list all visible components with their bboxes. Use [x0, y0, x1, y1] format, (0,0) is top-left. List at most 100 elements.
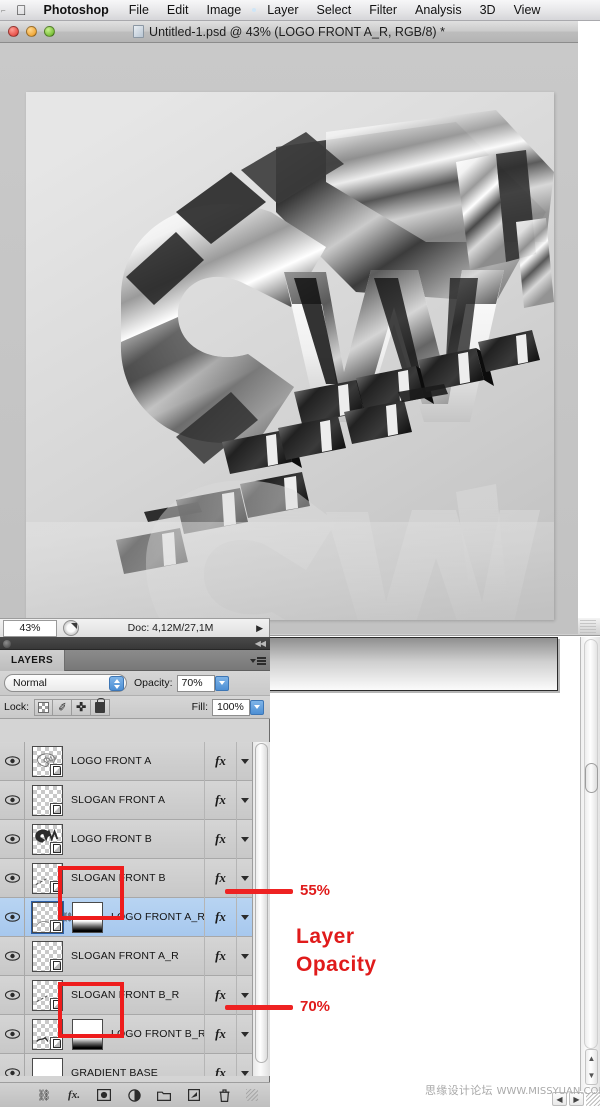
layer-name[interactable]: GRADIENT BASE [63, 1067, 204, 1076]
fill-dropdown-icon[interactable] [250, 699, 264, 715]
collapse-panel-icon[interactable]: ◀◀ [255, 639, 266, 648]
table-row[interactable]: GRADIENT BASE fx [0, 1053, 252, 1076]
menu-item-view[interactable]: View [505, 3, 550, 17]
eye-icon[interactable] [4, 834, 20, 844]
expand-effects-icon[interactable] [236, 936, 252, 976]
lock-transparent-pixels-icon[interactable] [34, 698, 54, 716]
table-row[interactable]: SLOGAN FRONT A_R fx [0, 936, 252, 976]
layer-thumbnail[interactable] [32, 979, 63, 1011]
table-row[interactable]: LOGO FRONT B_R fx [0, 1014, 252, 1054]
new-layer-icon[interactable] [186, 1087, 202, 1103]
proof-preview-icon[interactable] [63, 620, 79, 636]
expand-effects-icon[interactable] [236, 780, 252, 820]
layer-name[interactable]: SLOGAN FRONT B [63, 872, 204, 884]
layer-thumbnail[interactable] [32, 1018, 63, 1050]
layer-thumbnail[interactable] [32, 1057, 63, 1076]
layer-name[interactable]: LOGO FRONT A [63, 755, 204, 767]
menu-item-file[interactable]: File [120, 3, 158, 17]
layer-effects-icon[interactable]: fx [204, 1053, 236, 1076]
eye-icon[interactable] [4, 756, 20, 766]
layer-visibility-toggle[interactable] [0, 1014, 25, 1054]
opacity-input[interactable]: 70% [176, 674, 229, 692]
menu-item-filter[interactable]: Filter [360, 3, 406, 17]
table-row[interactable]: SLOGAN FRONT A fx [0, 780, 252, 820]
layer-visibility-toggle[interactable] [0, 742, 25, 781]
menu-item-layer[interactable]: Layer [258, 3, 307, 17]
scroll-up-icon[interactable]: ▲ [588, 1054, 596, 1063]
layer-name[interactable]: LOGO FRONT B [63, 833, 204, 845]
tab-layers[interactable]: LAYERS [0, 650, 66, 671]
layer-effects-icon[interactable]: fx [204, 742, 236, 781]
layer-name[interactable]: LOGO FRONT B_R [103, 1028, 204, 1040]
layer-thumbnails[interactable] [25, 979, 63, 1011]
add-layer-style-icon[interactable]: fx. [66, 1087, 82, 1103]
expand-effects-icon[interactable] [236, 1053, 252, 1076]
layer-thumbnail[interactable] [32, 823, 63, 855]
opacity-dropdown-icon[interactable] [214, 675, 229, 691]
eye-icon[interactable] [4, 873, 20, 883]
table-row[interactable]: LOGO FRONT B fx [0, 819, 252, 859]
menu-item-edit[interactable]: Edit [158, 3, 198, 17]
layer-list-scroll-thumb[interactable] [255, 743, 268, 1063]
layer-thumbnail[interactable] [32, 862, 63, 894]
add-layer-mask-icon[interactable] [96, 1087, 112, 1103]
layer-effects-icon[interactable]: fx [204, 819, 236, 859]
panel-resize-grip-icon[interactable] [246, 1089, 258, 1101]
apple-logo-icon[interactable]:  [12, 3, 37, 17]
layer-thumbnails[interactable] [25, 940, 63, 972]
expand-effects-icon[interactable] [236, 897, 252, 937]
layer-name[interactable]: SLOGAN FRONT B_R [63, 989, 204, 1001]
layer-thumbnails[interactable] [25, 823, 63, 855]
layer-thumbnails[interactable] [25, 1057, 63, 1076]
zoom-level-field[interactable]: 43% [3, 619, 57, 637]
dock-grip-icon[interactable] [3, 640, 11, 648]
layer-thumbnails[interactable] [25, 1018, 103, 1050]
scrollbar-track[interactable] [584, 639, 598, 1049]
scrollbar-arrows[interactable]: ▲ ▼ [585, 1049, 598, 1085]
eye-icon[interactable] [4, 1029, 20, 1039]
layer-effects-icon[interactable]: fx [204, 780, 236, 820]
new-adjustment-layer-icon[interactable] [126, 1087, 142, 1103]
blend-mode-stepper-icon[interactable] [109, 676, 124, 691]
lock-image-pixels-icon[interactable]: ✐ [53, 698, 73, 716]
layer-effects-icon[interactable]: fx [204, 897, 236, 937]
layer-visibility-toggle[interactable] [0, 1053, 25, 1076]
lock-all-icon[interactable] [91, 697, 111, 716]
menu-item-select[interactable]: Select [308, 3, 361, 17]
layer-thumbnail[interactable] [32, 940, 63, 972]
expand-effects-icon[interactable] [236, 1014, 252, 1054]
layer-thumbnails[interactable] [25, 862, 63, 894]
layer-thumbnail[interactable] [32, 784, 63, 816]
artboard[interactable] [26, 92, 554, 620]
status-menu-arrow-icon[interactable]: ▶ [256, 623, 269, 634]
lock-position-icon[interactable]: ✜ [72, 698, 92, 716]
menu-item-photoshop[interactable]: Photoshop [37, 3, 120, 17]
layer-thumbnail[interactable] [32, 745, 63, 777]
eye-icon[interactable] [4, 990, 20, 1000]
eye-icon[interactable] [4, 1068, 20, 1076]
scroll-down-icon[interactable]: ▼ [588, 1071, 596, 1080]
layer-visibility-toggle[interactable] [0, 936, 25, 976]
new-group-icon[interactable] [156, 1087, 172, 1103]
layer-effects-icon[interactable]: fx [204, 1014, 236, 1054]
layer-list[interactable]: LOGO FRONT A fx SLOGAN FRONT A fx LOGO F… [0, 742, 270, 1076]
eye-icon[interactable] [4, 912, 20, 922]
table-row[interactable]: SLOGAN FRONT B_R fx [0, 975, 252, 1015]
layer-name[interactable]: SLOGAN FRONT A_R [63, 950, 204, 962]
mask-link-icon[interactable]: ⛓ [62, 902, 73, 933]
eye-icon[interactable] [4, 795, 20, 805]
layer-thumbnails[interactable]: ⛓ [25, 900, 103, 934]
layer-thumbnails[interactable] [25, 784, 63, 816]
table-row[interactable]: ⛓ LOGO FRONT A_R fx [0, 897, 252, 937]
menu-item-analysis[interactable]: Analysis [406, 3, 471, 17]
canvas-area[interactable] [0, 43, 578, 634]
layer-list-scrollbar[interactable] [252, 742, 270, 1076]
layer-visibility-toggle[interactable] [0, 975, 25, 1015]
document-titlebar[interactable]: Untitled-1.psd @ 43% (LOGO FRONT A_R, RG… [0, 21, 578, 43]
table-row[interactable]: SLOGAN FRONT B fx [0, 858, 252, 898]
lock-buttons[interactable]: ✐ ✜ [34, 697, 111, 716]
layer-visibility-toggle[interactable] [0, 819, 25, 859]
layer-visibility-toggle[interactable] [0, 858, 25, 898]
menu-item-3d[interactable]: 3D [471, 3, 505, 17]
fill-input[interactable]: 100% [212, 698, 264, 716]
